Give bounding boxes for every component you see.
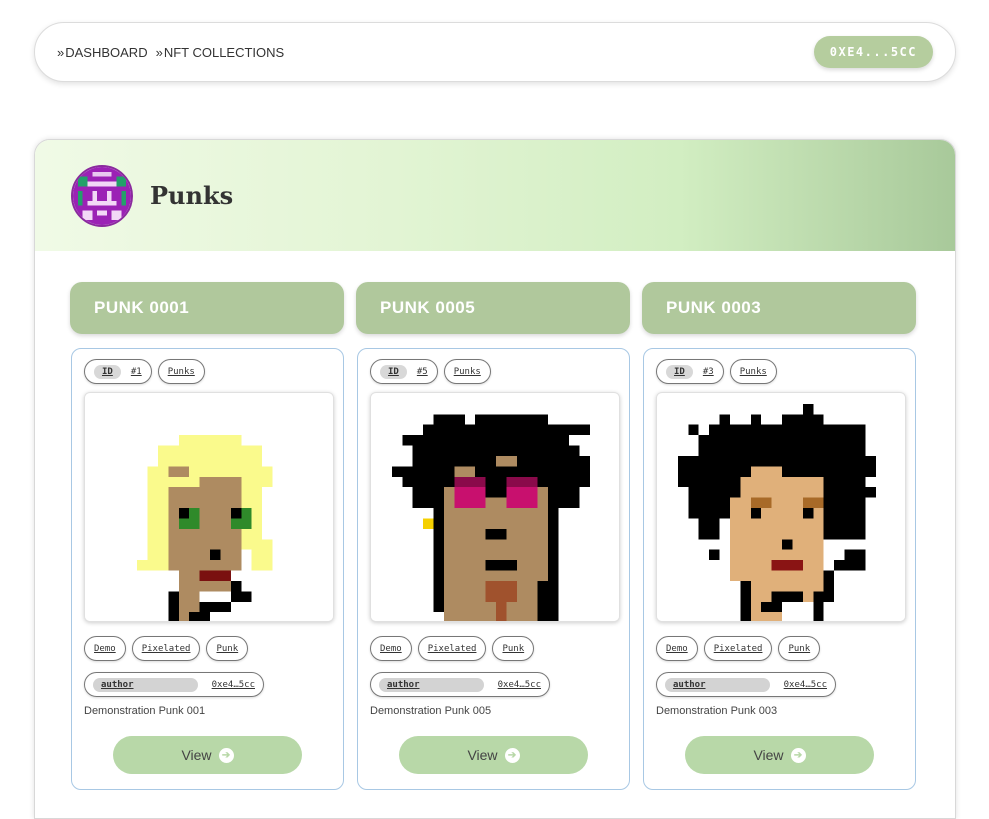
wallet-address-button[interactable]: 0XE4...5CC — [813, 36, 933, 68]
collection-header: Punks — [35, 140, 955, 251]
chevron-double-right-icon: » — [155, 44, 163, 60]
collection-badge[interactable]: Punks — [157, 359, 205, 384]
collection-badge[interactable]: Punks — [443, 359, 491, 384]
nft-column: PUNK 0003 ID #3 Punks Demo Pixelated Pun… — [642, 282, 916, 790]
nft-description: Demonstration Punk 001 — [84, 705, 206, 717]
nft-title: PUNK 0005 — [356, 282, 630, 334]
nft-title: PUNK 0003 — [642, 282, 916, 334]
view-button[interactable]: View ➔ — [685, 736, 874, 774]
nft-image[interactable] — [370, 392, 620, 622]
tag-punk[interactable]: Punk — [778, 636, 821, 661]
tag-pixelated[interactable]: Pixelated — [703, 636, 773, 661]
breadcrumb-dashboard[interactable]: » DASHBOARD — [57, 45, 148, 60]
nft-description: Demonstration Punk 005 — [370, 705, 492, 717]
chevron-double-right-icon: » — [57, 44, 65, 60]
tag-punk[interactable]: Punk — [206, 636, 249, 661]
collection-badge[interactable]: Punks — [729, 359, 777, 384]
arrow-right-circle-icon: ➔ — [790, 747, 806, 763]
nft-card: ID #5 Punks Demo Pixelated Punk author 0… — [357, 348, 630, 790]
nft-title: PUNK 0001 — [70, 282, 344, 334]
collection-title: Punks — [150, 181, 234, 210]
id-badge[interactable]: ID #1 — [84, 359, 152, 384]
collection-avatar — [71, 164, 133, 227]
id-badge[interactable]: ID #3 — [656, 359, 724, 384]
top-nav: » DASHBOARD » NFT COLLECTIONS 0XE4...5CC — [34, 22, 956, 82]
arrow-right-circle-icon: ➔ — [218, 747, 234, 763]
tag-pixelated[interactable]: Pixelated — [417, 636, 487, 661]
breadcrumb-label: DASHBOARD — [65, 44, 148, 60]
arrow-right-circle-icon: ➔ — [504, 747, 520, 763]
nft-card: ID #3 Punks Demo Pixelated Punk author 0… — [643, 348, 916, 790]
nft-column: PUNK 0001 ID #1 Punks Demo Pixelated Pun… — [70, 282, 344, 790]
author-field[interactable]: author 0xe4…5cc — [656, 672, 836, 697]
id-badge[interactable]: ID #5 — [370, 359, 438, 384]
tag-demo[interactable]: Demo — [370, 636, 412, 661]
author-field[interactable]: author 0xe4…5cc — [84, 672, 264, 697]
nft-image[interactable] — [656, 392, 906, 622]
nft-column: PUNK 0005 ID #5 Punks Demo Pixelated Pun… — [356, 282, 630, 790]
tag-demo[interactable]: Demo — [656, 636, 698, 661]
tag-demo[interactable]: Demo — [84, 636, 126, 661]
nft-image[interactable] — [84, 392, 334, 622]
nft-grid: PUNK 0001 ID #1 Punks Demo Pixelated Pun… — [70, 282, 916, 790]
view-button[interactable]: View ➔ — [399, 736, 588, 774]
view-button[interactable]: View ➔ — [113, 736, 302, 774]
breadcrumb-nft-collections[interactable]: » NFT COLLECTIONS — [156, 45, 285, 60]
tag-punk[interactable]: Punk — [492, 636, 535, 661]
breadcrumb-label: NFT COLLECTIONS — [163, 44, 285, 60]
author-field[interactable]: author 0xe4…5cc — [370, 672, 550, 697]
tag-pixelated[interactable]: Pixelated — [131, 636, 201, 661]
nft-card: ID #1 Punks Demo Pixelated Punk author 0… — [71, 348, 344, 790]
nft-description: Demonstration Punk 003 — [656, 705, 778, 717]
